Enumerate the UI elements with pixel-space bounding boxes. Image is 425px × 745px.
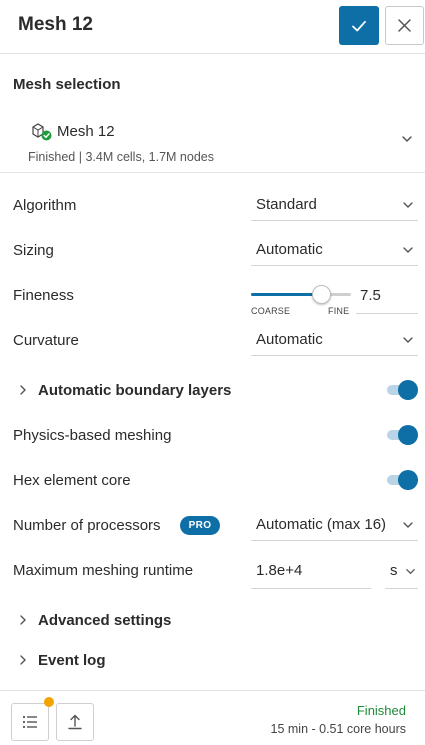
mesh-meta: Finished | 3.4M cells, 1.7M nodes <box>28 150 214 164</box>
toggle-knob <box>398 380 418 400</box>
fineness-value: 7.5 <box>360 287 381 304</box>
chevron-down-icon <box>403 337 413 343</box>
fineness-slider[interactable]: COARSE FINE <box>251 284 353 316</box>
pro-badge: PRO <box>180 516 220 535</box>
processors-select[interactable]: Automatic (max 16) <box>251 509 418 541</box>
status-detail: 15 min - 0.51 core hours <box>270 722 407 736</box>
mesh-selection-title: Mesh selection <box>13 76 121 93</box>
slider-min-label: COARSE <box>251 306 291 316</box>
runtime-unit: s <box>390 562 398 579</box>
fineness-label: Fineness <box>13 287 74 304</box>
close-icon <box>398 19 411 32</box>
hex-core-label: Hex element core <box>13 472 131 489</box>
hex-core-toggle[interactable] <box>387 470 418 490</box>
status-text: Finished <box>356 703 406 718</box>
mesh-selector[interactable]: Mesh 12 Finished | 3.4M cells, 1.7M node… <box>0 110 425 172</box>
processors-value: Automatic (max 16) <box>256 516 387 533</box>
curvature-label: Curvature <box>13 332 79 349</box>
boundary-layers-toggle[interactable] <box>387 380 418 400</box>
algorithm-select[interactable]: Standard <box>251 189 418 221</box>
sizing-select[interactable]: Automatic <box>251 234 418 266</box>
check-icon <box>352 20 366 31</box>
slider-fill <box>251 293 321 296</box>
sizing-label: Sizing <box>13 242 54 259</box>
confirm-button[interactable] <box>339 6 379 45</box>
divider <box>0 172 425 173</box>
mesh-status-icon <box>32 123 52 141</box>
fineness-input[interactable]: 7.5 <box>356 283 418 314</box>
algorithm-value: Standard <box>256 196 317 213</box>
advanced-settings-label[interactable]: Advanced settings <box>38 612 171 629</box>
upload-icon <box>68 714 82 730</box>
notification-dot <box>44 697 54 707</box>
curvature-value: Automatic <box>256 331 323 348</box>
physics-meshing-toggle[interactable] <box>387 425 418 445</box>
export-button[interactable] <box>56 703 94 741</box>
boundary-layers-label[interactable]: Automatic boundary layers <box>38 382 231 399</box>
event-log-label[interactable]: Event log <box>38 652 106 669</box>
toggle-knob <box>398 470 418 490</box>
chevron-right-icon[interactable] <box>18 655 28 665</box>
dialog-header: Mesh 12 <box>0 0 425 54</box>
chevron-down-icon <box>406 569 415 575</box>
chevron-down-icon <box>403 247 413 253</box>
slider-thumb[interactable] <box>312 285 331 304</box>
processors-label: Number of processors <box>13 517 161 534</box>
job-list-button[interactable] <box>11 703 49 741</box>
chevron-right-icon[interactable] <box>18 385 28 395</box>
toggle-knob <box>398 425 418 445</box>
runtime-value: 1.8e+4 <box>256 562 303 579</box>
chevron-down-icon <box>403 522 413 528</box>
physics-meshing-label: Physics-based meshing <box>13 427 172 444</box>
page-title: Mesh 12 <box>18 14 93 35</box>
close-button[interactable] <box>385 6 424 45</box>
mesh-name: Mesh 12 <box>57 123 115 140</box>
slider-max-label: FINE <box>328 306 350 316</box>
sizing-value: Automatic <box>256 241 323 258</box>
runtime-input[interactable]: 1.8e+4 <box>251 556 371 589</box>
list-icon <box>22 715 37 729</box>
chevron-right-icon[interactable] <box>18 615 28 625</box>
curvature-select[interactable]: Automatic <box>251 324 418 356</box>
chevron-down-icon <box>403 202 413 208</box>
algorithm-label: Algorithm <box>13 197 77 214</box>
chevron-down-icon <box>402 136 412 143</box>
runtime-unit-select[interactable]: s <box>385 556 418 589</box>
runtime-label: Maximum meshing runtime <box>13 562 194 579</box>
